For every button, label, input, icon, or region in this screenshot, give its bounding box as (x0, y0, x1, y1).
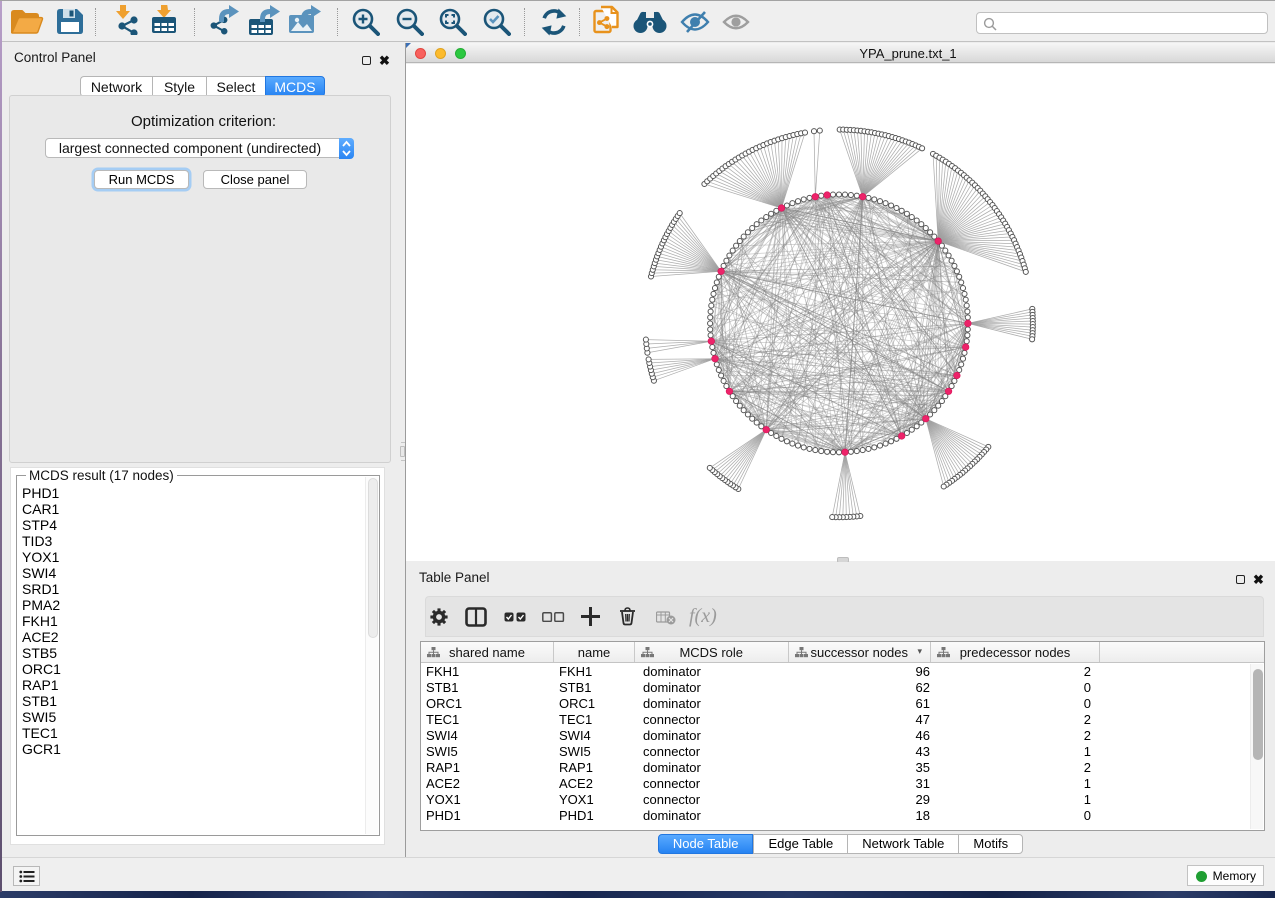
svg-text:f(x): f(x) (689, 605, 717, 627)
